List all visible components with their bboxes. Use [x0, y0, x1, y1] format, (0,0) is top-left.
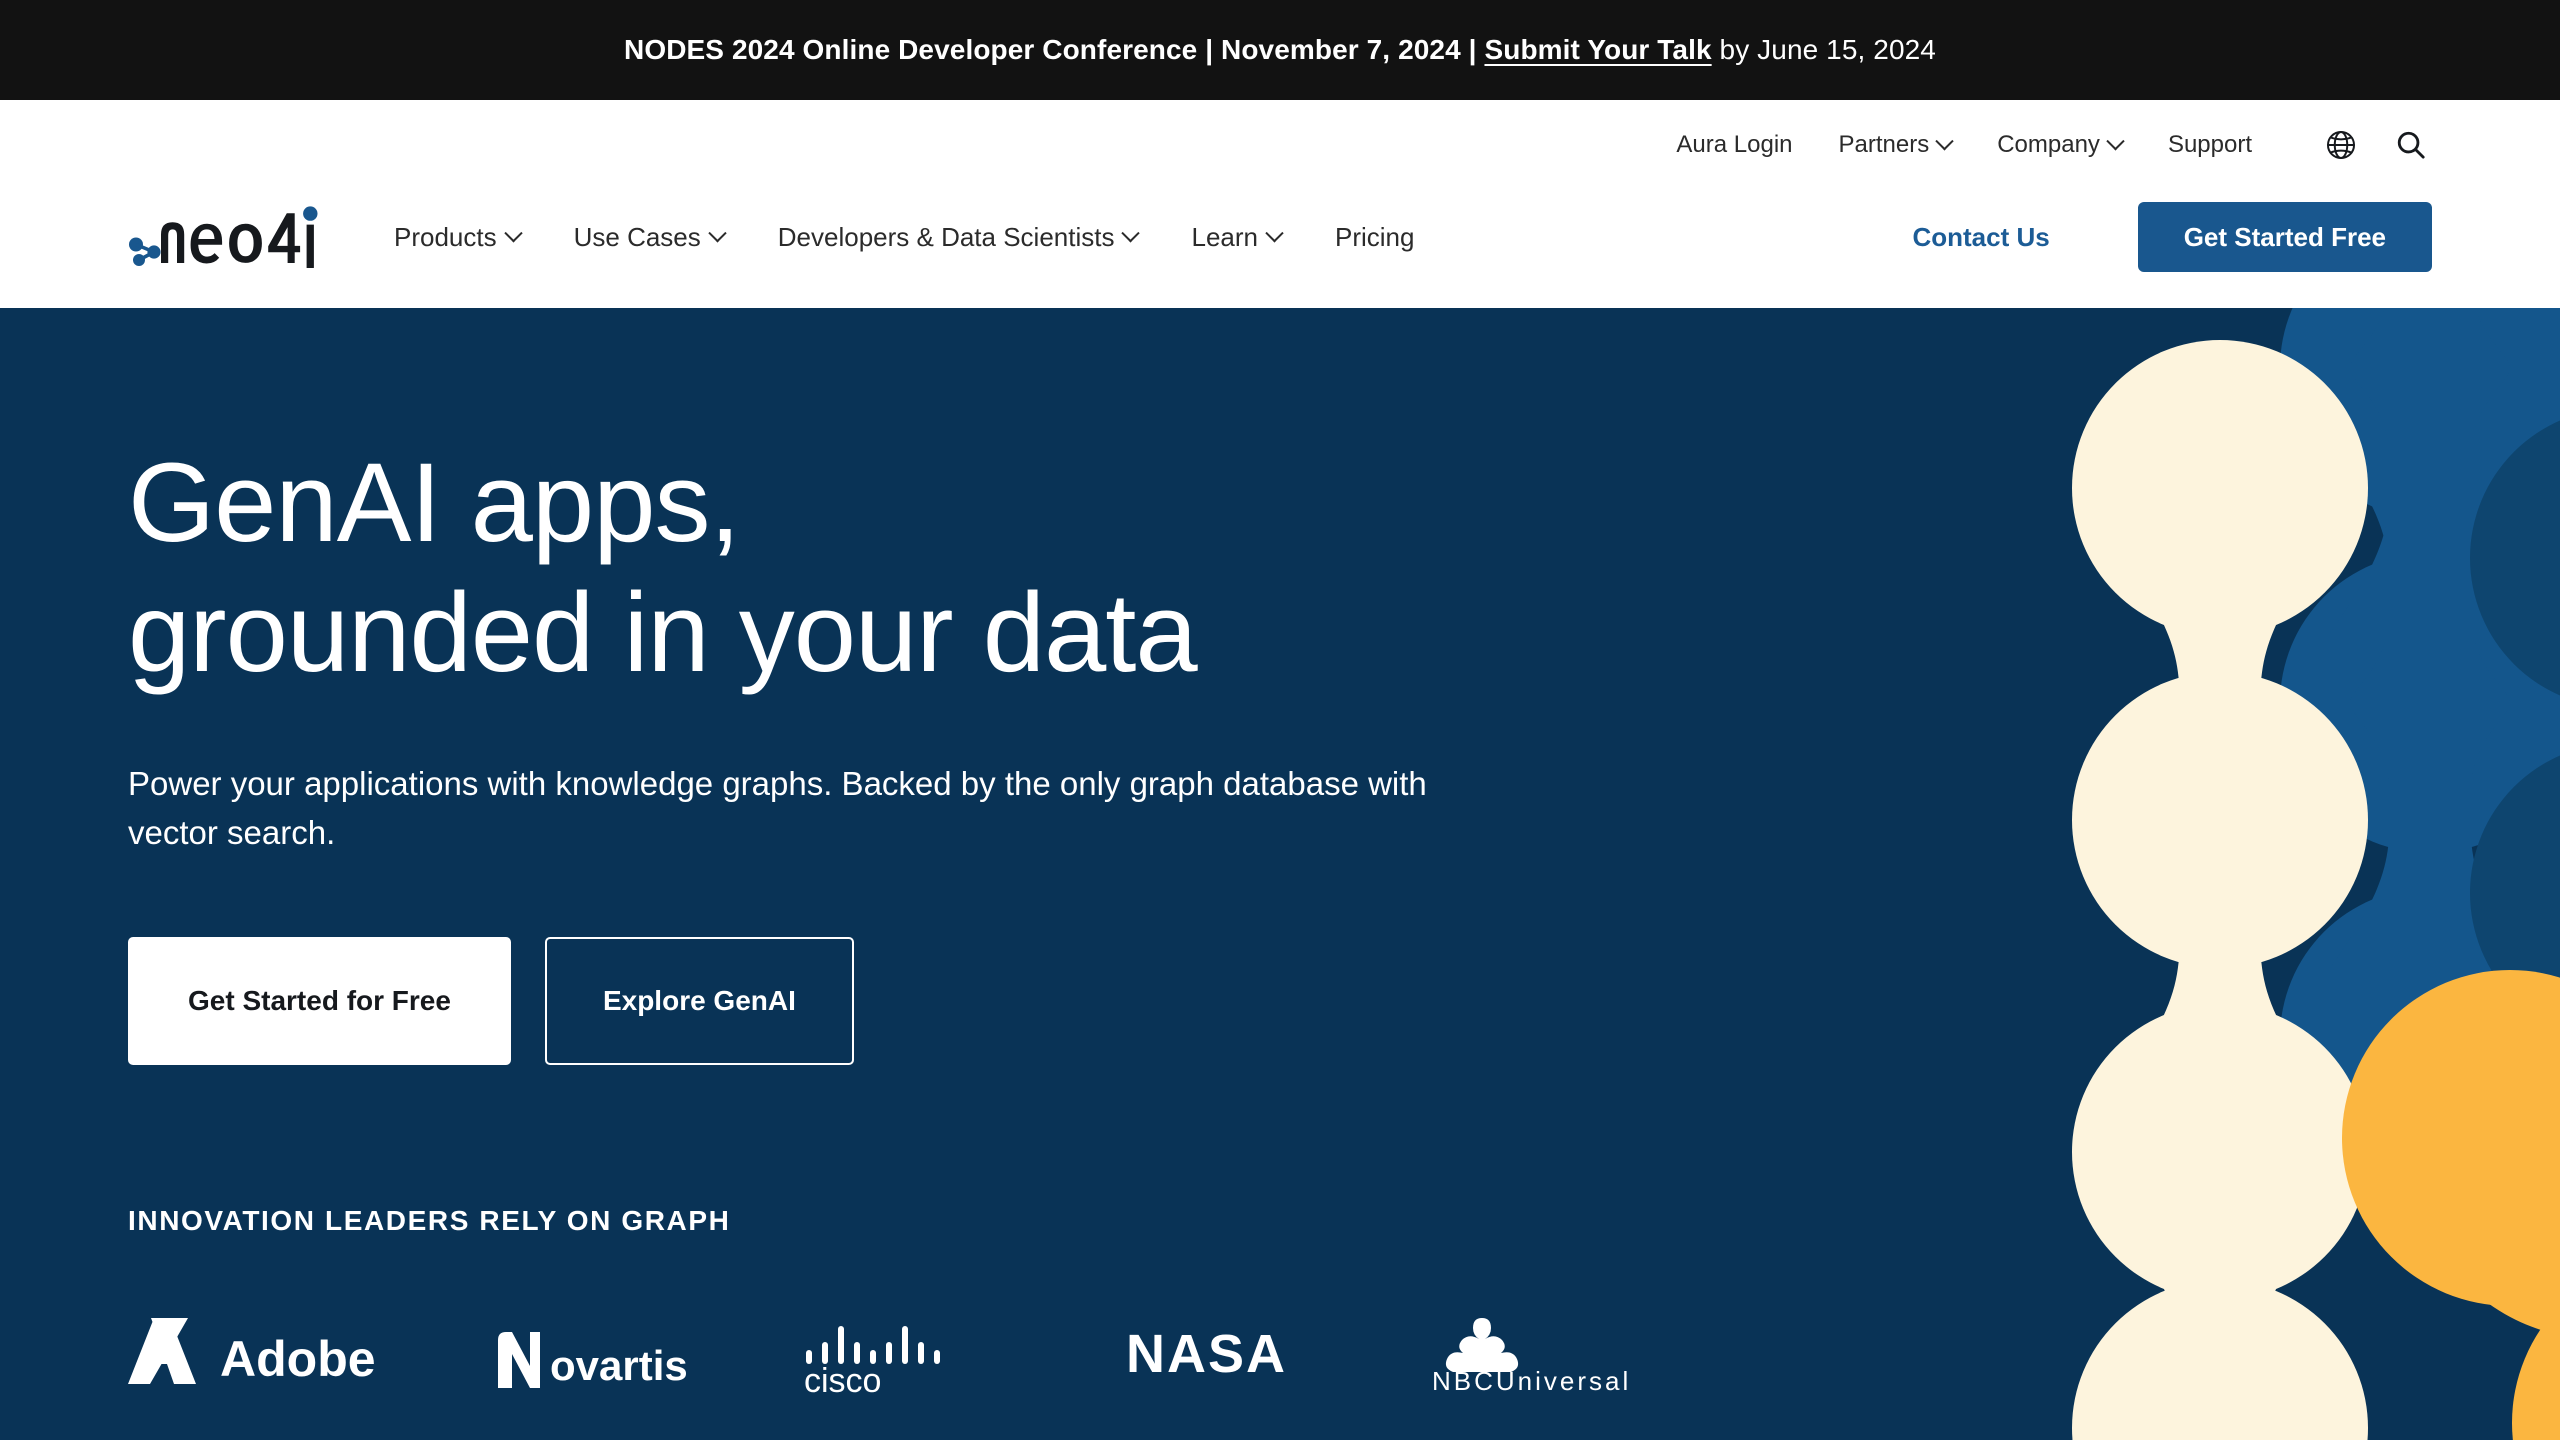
utility-nav-label: Partners: [1839, 131, 1930, 159]
hero-section: GenAI apps, grounded in your data Power …: [0, 308, 2560, 1440]
nav-item-label: Developers & Data Scientists: [778, 222, 1115, 253]
nbcuniversal-logo: NBCUniversal: [1422, 1309, 1722, 1395]
customer-logo-strip: Adobe ovartis: [128, 1309, 1572, 1429]
site-header: Aura Login Partners Company Support: [0, 100, 2560, 308]
deco-chain-blue: [2280, 308, 2560, 1188]
utility-nav-label: Company: [1997, 131, 2100, 159]
deco-chain-cream: [2072, 340, 2368, 1440]
hero-cta-group: Get Started for Free Explore GenAI: [128, 937, 1572, 1065]
utility-nav-label: Support: [2168, 131, 2252, 159]
nav-item-products[interactable]: Products: [394, 222, 520, 253]
svg-text:ovartis: ovartis: [550, 1342, 688, 1389]
svg-text:NASA: NASA: [1126, 1324, 1287, 1384]
deco-chain-orange: [2342, 970, 2560, 1440]
nav-item-label: Products: [394, 222, 497, 253]
hero-content: GenAI apps, grounded in your data Power …: [0, 308, 1700, 1429]
nav-item-developers-data-scientists[interactable]: Developers & Data Scientists: [778, 222, 1138, 253]
utility-nav-item-company[interactable]: Company: [1997, 131, 2122, 159]
utility-icon-group: [2320, 124, 2432, 166]
svg-text:NBCUniversal: NBCUniversal: [1432, 1366, 1631, 1394]
main-nav: Products Use Cases Developers & Data Sci…: [394, 222, 1912, 253]
header-actions: Contact Us Get Started Free: [1912, 202, 2432, 272]
svg-text:Adobe: Adobe: [220, 1331, 376, 1387]
nav-item-use-cases[interactable]: Use Cases: [574, 222, 724, 253]
submit-talk-link[interactable]: Submit Your Talk: [1484, 34, 1711, 65]
chevron-down-icon: [504, 224, 522, 242]
utility-nav-label: Aura Login: [1676, 131, 1792, 159]
nbc-peacock-icon: [1446, 1318, 1518, 1372]
announcement-suffix: by June 15, 2024: [1712, 34, 1936, 65]
chevron-down-icon: [2106, 132, 2124, 150]
announcement-banner: NODES 2024 Online Developer Conference |…: [0, 0, 2560, 100]
nav-item-label: Pricing: [1335, 222, 1414, 253]
get-started-for-free-button[interactable]: Get Started for Free: [128, 937, 511, 1065]
chevron-down-icon: [708, 224, 726, 242]
hero-subheadline: Power your applications with knowledge g…: [128, 760, 1438, 858]
hero-headline: GenAI apps, grounded in your data: [128, 438, 1572, 698]
nav-item-label: Learn: [1191, 222, 1258, 253]
novartis-logo: ovartis: [494, 1309, 704, 1395]
neo4j-logo[interactable]: [128, 206, 328, 268]
utility-nav: Aura Login Partners Company Support: [128, 100, 2432, 178]
announcement-text: NODES 2024 Online Developer Conference |…: [624, 34, 1936, 66]
get-started-free-button[interactable]: Get Started Free: [2138, 202, 2432, 272]
chevron-down-icon: [1936, 132, 1954, 150]
deco-chain-dark: [2470, 408, 2560, 1043]
nav-item-label: Use Cases: [574, 222, 701, 253]
neo4j-logo-mark: [128, 206, 328, 268]
primary-nav-row: Products Use Cases Developers & Data Sci…: [128, 178, 2432, 296]
chevron-down-icon: [1265, 224, 1283, 242]
utility-nav-item-aura-login[interactable]: Aura Login: [1676, 131, 1792, 159]
nav-item-pricing[interactable]: Pricing: [1335, 222, 1414, 253]
adobe-logo: Adobe: [128, 1309, 398, 1395]
search-icon[interactable]: [2390, 124, 2432, 166]
nasa-logo: NASA: [1126, 1309, 1326, 1395]
globe-icon[interactable]: [2320, 124, 2362, 166]
nav-item-learn[interactable]: Learn: [1191, 222, 1281, 253]
announcement-prefix: NODES 2024 Online Developer Conference |…: [624, 34, 1477, 65]
cisco-logo: cisco: [800, 1309, 1030, 1395]
social-proof-eyebrow: INNOVATION LEADERS RELY ON GRAPH: [128, 1205, 1572, 1237]
utility-nav-item-partners[interactable]: Partners: [1839, 131, 1952, 159]
chevron-down-icon: [1122, 224, 1140, 242]
svg-text:cisco: cisco: [804, 1362, 881, 1394]
contact-us-link[interactable]: Contact Us: [1912, 222, 2049, 253]
utility-nav-item-support[interactable]: Support: [2168, 131, 2252, 159]
explore-genai-button[interactable]: Explore GenAI: [545, 937, 854, 1065]
